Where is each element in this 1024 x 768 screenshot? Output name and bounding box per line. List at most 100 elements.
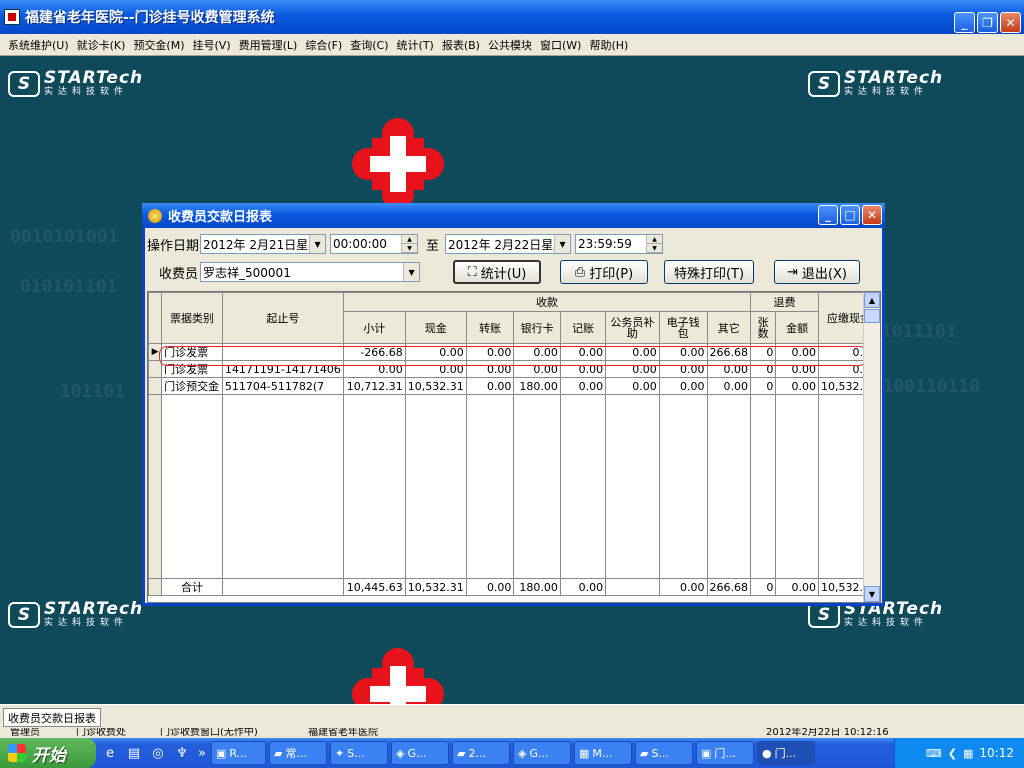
start-time-field[interactable]: 00:00:00 ▲ ▼: [330, 234, 419, 254]
cell-bankcard[interactable]: 180.00: [513, 377, 561, 395]
cell-transfer[interactable]: 0.00: [465, 343, 515, 361]
cell-ewallet[interactable]: 0.00: [658, 343, 708, 361]
menu-query[interactable]: 查询(C): [346, 37, 392, 53]
dialog-close-button[interactable]: ✕: [862, 205, 882, 225]
cell-subsidy[interactable]: 0.00: [605, 360, 660, 378]
taskbar-item[interactable]: ▰ S...: [635, 741, 693, 765]
row-indicator[interactable]: ▶: [148, 343, 163, 361]
cell-type[interactable]: 门诊发票: [161, 360, 223, 378]
cell-account[interactable]: 0.00: [559, 343, 607, 361]
statistics-button[interactable]: ⛶ 统计(U): [453, 260, 541, 284]
cell-type[interactable]: 门诊发票: [161, 343, 223, 361]
menu-deposit[interactable]: 预交金(M): [129, 37, 188, 53]
cell-subtotal[interactable]: -266.68: [342, 343, 406, 361]
scroll-down-icon[interactable]: ▼: [864, 586, 880, 602]
cell-count[interactable]: 0: [749, 377, 777, 395]
cell-range[interactable]: 14171191-14171406: [221, 360, 344, 378]
close-button[interactable]: ✕: [1000, 12, 1021, 33]
cell-amount[interactable]: 0.00: [775, 343, 819, 361]
chevron-right-icon[interactable]: »: [196, 743, 208, 763]
menu-window[interactable]: 窗口(W): [536, 37, 585, 53]
start-button[interactable]: 开始: [0, 738, 96, 768]
table-row[interactable]: 门诊预交金 511704-511782(7 10,712.31 10,532.31 0.…: [148, 377, 880, 395]
taskbar-item[interactable]: ▦ M...: [574, 741, 632, 765]
chevron-left-icon[interactable]: ❮: [948, 747, 957, 760]
taskbar-item-active[interactable]: ● 门...: [757, 741, 815, 765]
time-spinner[interactable]: ▲ ▼: [401, 235, 418, 253]
cell-other[interactable]: 0.00: [706, 377, 751, 395]
cell-subsidy[interactable]: 0.00: [605, 377, 660, 395]
taskbar-item[interactable]: ▣ 门...: [696, 741, 754, 765]
scroll-thumb[interactable]: [864, 309, 880, 323]
menu-register[interactable]: 挂号(V): [189, 37, 235, 53]
main-title-bar[interactable]: 福建省老年医院--门诊挂号收费管理系统 _ ❐ ✕: [0, 0, 1024, 34]
cell-other[interactable]: 266.68: [706, 343, 751, 361]
cell-subsidy[interactable]: [605, 578, 660, 596]
cell-cash[interactable]: 10,532.31: [404, 578, 467, 596]
cell-bankcard[interactable]: 180.00: [513, 578, 561, 596]
special-print-button[interactable]: 特殊打印(T): [664, 260, 754, 284]
cell-subsidy[interactable]: 0.00: [605, 343, 660, 361]
cell-subtotal[interactable]: 0.00: [342, 360, 406, 378]
row-indicator[interactable]: [148, 360, 163, 378]
cell-account[interactable]: 0.00: [559, 360, 607, 378]
cell-count[interactable]: 0: [749, 343, 777, 361]
end-date-picker[interactable]: 2012年 2月22日星期三 ▼: [445, 234, 572, 254]
cell-bankcard[interactable]: 0.00: [513, 360, 561, 378]
cell-bankcard[interactable]: 0.00: [513, 343, 561, 361]
cell-amount[interactable]: 0.00: [775, 578, 819, 596]
menu-help[interactable]: 帮助(H): [585, 37, 632, 53]
cell-cash[interactable]: 10,532.31: [404, 377, 467, 395]
network-icon[interactable]: ▦: [963, 747, 973, 760]
total-row[interactable]: 合计 10,445.63 10,532.31 0.00 180.00 0.00 0.00 26…: [148, 578, 880, 596]
taskbar-item[interactable]: ▣ R...: [211, 741, 266, 765]
menu-fee[interactable]: 费用管理(L): [235, 37, 302, 53]
cell-account[interactable]: 0.00: [559, 377, 607, 395]
dialog-maximize-button[interactable]: □: [840, 205, 860, 225]
cell-subtotal[interactable]: 10,445.63: [342, 578, 406, 596]
cell-count[interactable]: 0: [749, 360, 777, 378]
time-spinner[interactable]: ▲ ▼: [646, 235, 663, 253]
cell-other[interactable]: 266.68: [706, 578, 751, 596]
menu-general[interactable]: 综合(F): [301, 37, 346, 53]
cell-type[interactable]: 合计: [161, 578, 223, 596]
dialog-minimize-button[interactable]: _: [818, 205, 838, 225]
exit-button[interactable]: ⇥ 退出(X): [774, 260, 860, 284]
cell-cash[interactable]: 0.00: [404, 360, 467, 378]
clock[interactable]: 10:12: [979, 746, 1014, 760]
menu-public[interactable]: 公共模块: [484, 37, 536, 53]
cell-amount[interactable]: 0.00: [775, 377, 819, 395]
cashier-select[interactable]: 罗志祥_500001 ▼: [200, 262, 421, 282]
menu-card[interactable]: 就诊卡(K): [73, 37, 130, 53]
tool-icon[interactable]: ♆: [172, 743, 192, 763]
taskbar-item[interactable]: ◈ G...: [513, 741, 571, 765]
media-icon[interactable]: ◎: [148, 743, 168, 763]
cell-range[interactable]: [221, 343, 344, 361]
chevron-down-icon[interactable]: ▼: [554, 235, 571, 253]
minimize-button[interactable]: _: [954, 12, 975, 33]
taskbar-item[interactable]: ▰ 常...: [269, 741, 327, 765]
taskbar-item[interactable]: ✦ S...: [330, 741, 388, 765]
cell-subtotal[interactable]: 10,712.31: [342, 377, 406, 395]
cell-range[interactable]: [221, 578, 344, 596]
table-row[interactable]: 门诊发票 14171191-14171406 0.00 0.00 0.00 0.00 0.0…: [148, 360, 880, 378]
cell-transfer[interactable]: 0.00: [465, 360, 515, 378]
cell-account[interactable]: 0.00: [559, 578, 607, 596]
dialog-title-bar[interactable]: 收费员交款日报表 _ □ ✕: [142, 203, 885, 228]
menu-system[interactable]: 系统维护(U): [4, 37, 73, 53]
print-button[interactable]: ⎙ 打印(P): [560, 260, 648, 284]
cell-other[interactable]: 0.00: [706, 360, 751, 378]
scroll-up-icon[interactable]: ▲: [864, 292, 880, 308]
cell-ewallet[interactable]: 0.00: [658, 377, 708, 395]
cell-transfer[interactable]: 0.00: [465, 578, 515, 596]
taskbar-item[interactable]: ◈ G...: [391, 741, 449, 765]
menu-stats[interactable]: 统计(T): [393, 37, 438, 53]
ie-icon[interactable]: e: [100, 743, 120, 763]
cell-range[interactable]: 511704-511782(7: [221, 377, 344, 395]
keyboard-icon[interactable]: ⌨: [926, 747, 942, 760]
table-row[interactable]: ▶ 门诊发票 -266.68 0.00 0.00 0.00 0.00 0.00 0.00 266.…: [148, 343, 880, 361]
notepad-icon[interactable]: ▤: [124, 743, 144, 763]
mdi-tab-report[interactable]: 收费员交款日报表: [3, 708, 101, 727]
restore-button[interactable]: ❐: [977, 12, 998, 33]
cell-ewallet[interactable]: 0.00: [658, 578, 708, 596]
